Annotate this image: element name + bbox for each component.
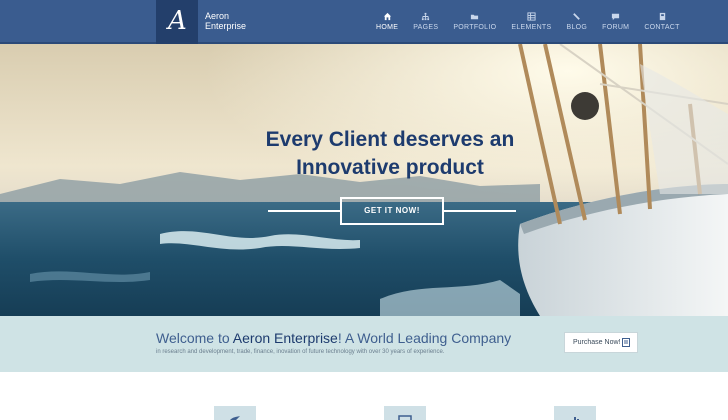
nav-label-contact: CONTACT [644, 24, 680, 31]
cta-divider-left [268, 210, 340, 212]
chart-icon [571, 417, 579, 420]
brand-line2: Enterprise [205, 21, 247, 31]
nav-item-pages[interactable]: PAGES [413, 0, 438, 44]
nav-label-blog: BLOG [566, 24, 588, 31]
hero-title: Every Client deserves an Innovative prod… [230, 126, 550, 182]
hero-title-line1: Every Client deserves an [265, 128, 515, 151]
feature-box-3[interactable] [554, 406, 596, 420]
feature-box-1[interactable] [214, 406, 256, 420]
brand-line1: Aeron [205, 11, 230, 21]
chat-icon [612, 13, 620, 21]
get-it-now-button[interactable]: GET IT NOW! [340, 197, 444, 225]
grid-icon [527, 12, 536, 21]
welcome-title-prefix: Welcome to [156, 330, 233, 346]
nav-label-pages: PAGES [413, 24, 439, 31]
welcome-title: Welcome to Aeron Enterprise! A World Lea… [156, 330, 511, 346]
sitemap-icon [422, 12, 430, 21]
nav-label-elements: ELEMENTS [511, 24, 552, 31]
folder-icon [471, 14, 479, 20]
purchase-now-label: Purchase Now! [573, 339, 621, 346]
top-navbar: A Aeron Enterprise HOME PAGES PORTFOLIO … [0, 0, 728, 44]
nav-item-forum[interactable]: FORUM [602, 0, 629, 44]
main-nav: HOME PAGES PORTFOLIO ELEMENTS BLOG FORUM [376, 0, 695, 44]
cta-divider-right [444, 210, 516, 212]
nav-item-portfolio[interactable]: PORTFOLIO [453, 0, 496, 44]
welcome-title-suffix: ! A World Leading Company [337, 330, 512, 346]
brand-name[interactable]: Aeron Enterprise [205, 11, 246, 31]
purchase-now-button[interactable]: Purchase Now! [564, 332, 638, 353]
monitor-icon [398, 415, 412, 420]
contact-card-icon [659, 12, 665, 21]
welcome-title-highlight: Aeron Enterprise [232, 330, 338, 346]
pencil-icon [573, 13, 581, 20]
logo[interactable]: A [156, 0, 198, 44]
cart-icon [622, 338, 630, 347]
welcome-band: Welcome to Aeron Enterprise! A World Lea… [0, 316, 728, 372]
welcome-subtitle: in research and development, trade, fina… [156, 349, 445, 355]
hero-banner: Every Client deserves an Innovative prod… [0, 44, 728, 316]
nav-label-forum: FORUM [602, 24, 630, 31]
logo-letter: A [168, 6, 187, 36]
feature-box-2[interactable] [384, 406, 426, 420]
bird-icon [230, 416, 240, 420]
hero-title-line2: Innovative product [296, 156, 484, 179]
home-icon [383, 12, 391, 21]
nav-label-portfolio: PORTFOLIO [453, 24, 497, 31]
nav-item-home[interactable]: HOME [376, 0, 398, 44]
nav-item-contact[interactable]: CONTACT [644, 0, 679, 44]
page: A Aeron Enterprise HOME PAGES PORTFOLIO … [0, 0, 728, 420]
nav-item-blog[interactable]: BLOG [566, 0, 587, 44]
nav-label-home: HOME [376, 24, 399, 31]
nav-item-elements[interactable]: ELEMENTS [511, 0, 551, 44]
